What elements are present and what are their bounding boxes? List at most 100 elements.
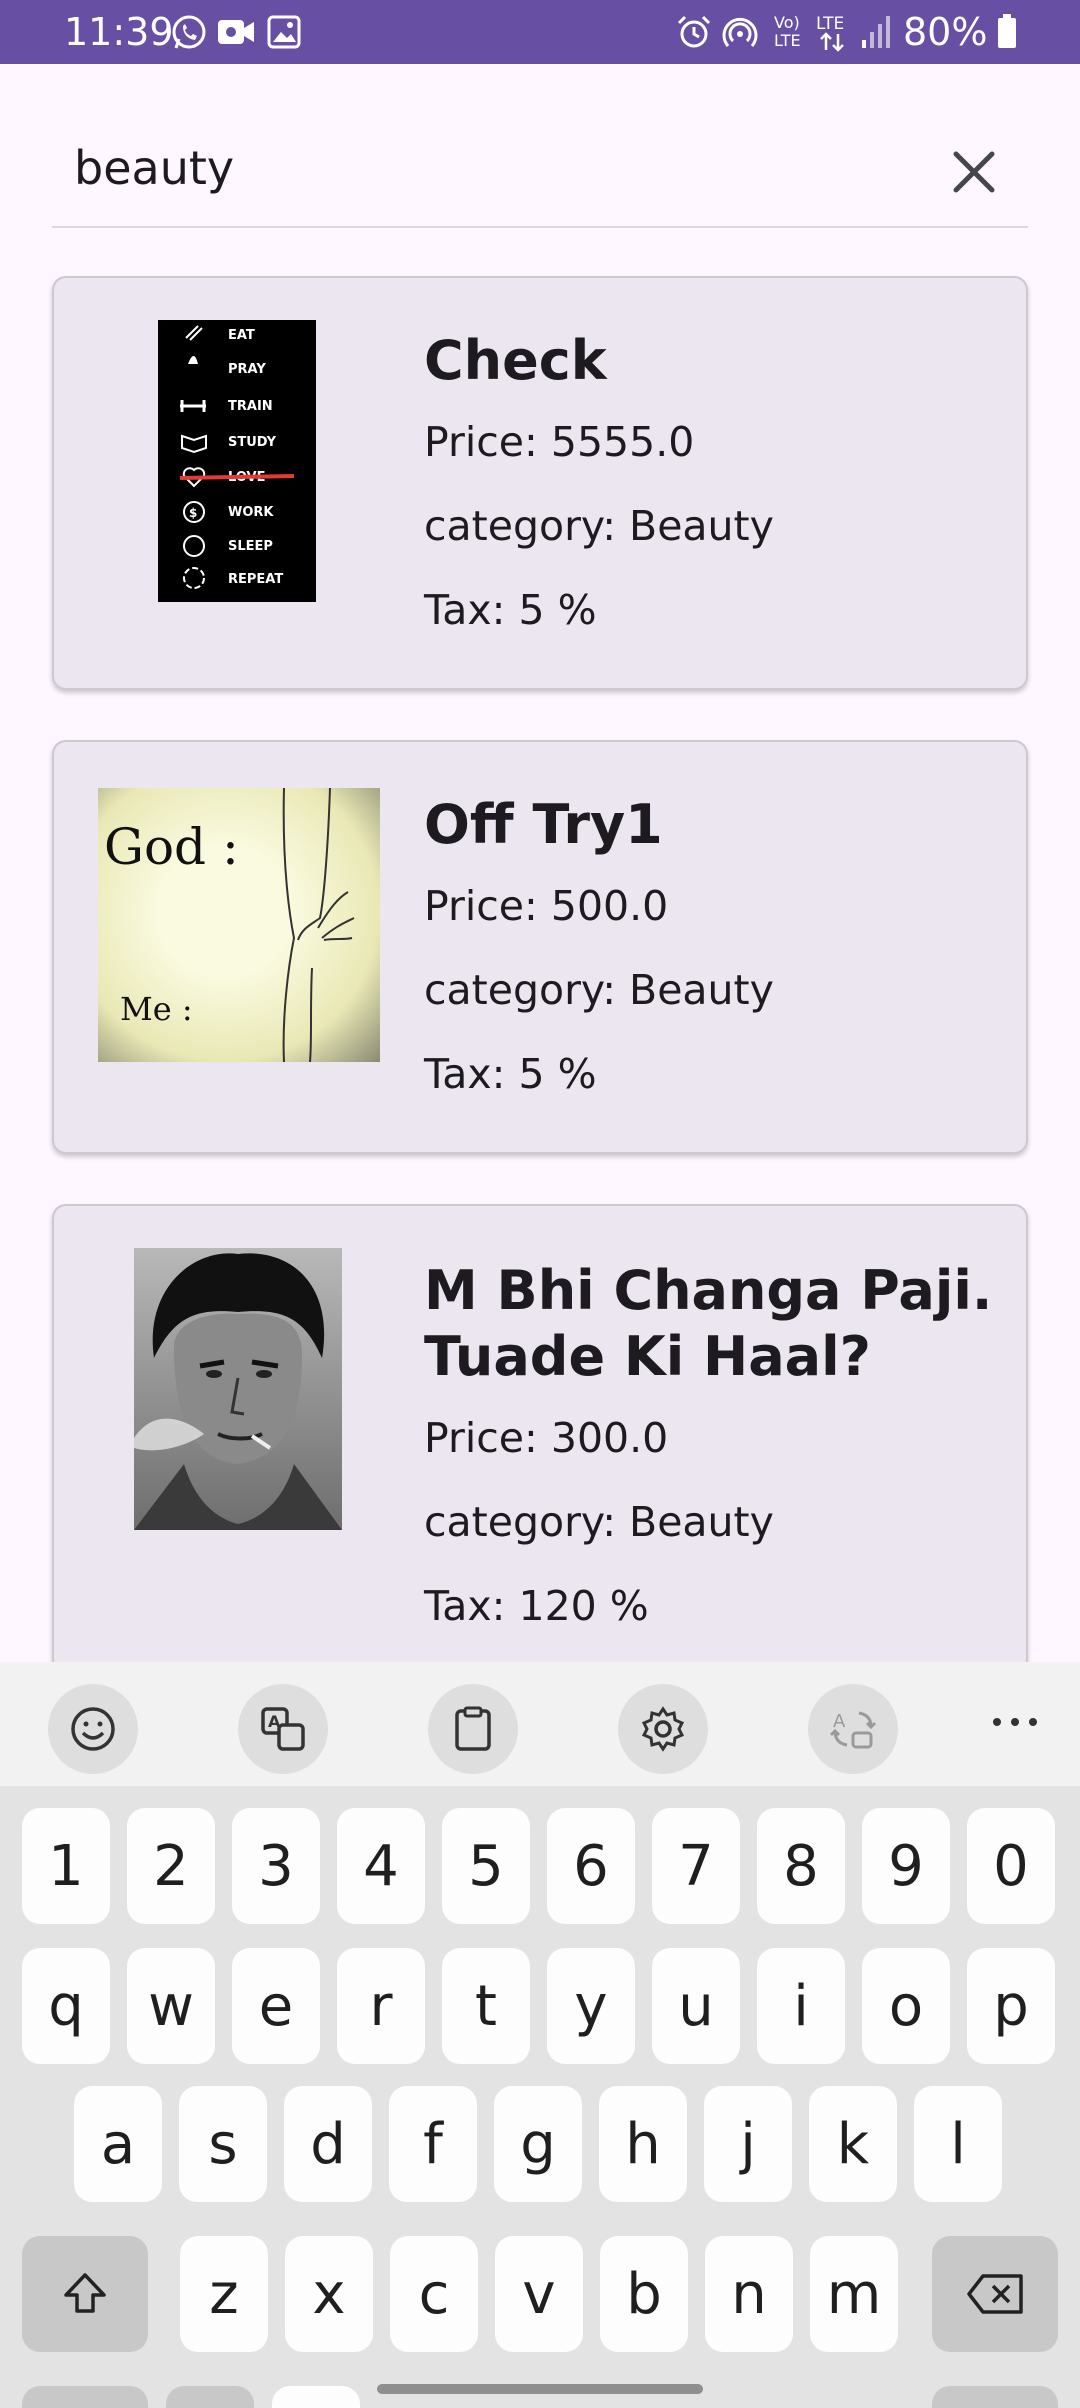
svg-text:Vo): Vo) (774, 13, 800, 32)
svg-text:God :: God : (104, 818, 239, 876)
svg-text:REPEAT: REPEAT (228, 572, 283, 587)
key-e[interactable]: e (232, 1948, 320, 2064)
backspace-icon (967, 2274, 1023, 2314)
svg-text:LTE: LTE (816, 14, 844, 34)
search-field[interactable]: beauty (52, 120, 1028, 228)
key-5[interactable]: 5 (442, 1808, 530, 1924)
svg-text:Me :: Me : (120, 990, 193, 1028)
key-4[interactable]: 4 (337, 1808, 425, 1924)
key-n[interactable]: n (705, 2236, 793, 2352)
key-h[interactable]: h (599, 2086, 687, 2202)
emoji-button[interactable] (48, 1684, 138, 1774)
status-time: 11:39 (64, 10, 174, 54)
svg-text:WORK: WORK (228, 505, 274, 520)
svg-text:A: A (833, 1711, 846, 1732)
key-9[interactable]: 9 (862, 1808, 950, 1924)
translate-button[interactable]: A (238, 1684, 328, 1774)
product-price: Price: 500.0 (424, 882, 669, 930)
product-image: God : Me : (98, 788, 380, 1062)
product-category: category: Beauty (424, 966, 774, 1014)
svg-text:LTE: LTE (774, 31, 801, 50)
key-d[interactable]: d (284, 2086, 372, 2202)
key-j[interactable]: j (704, 2086, 792, 2202)
product-tax: Tax: 120 % (424, 1582, 649, 1630)
svg-text:TRAIN: TRAIN (228, 399, 273, 414)
shift-icon (64, 2273, 106, 2313)
more-icon[interactable] (985, 1692, 1045, 1752)
key-2[interactable]: 2 (127, 1808, 215, 1924)
product-card[interactable]: God : Me : Off Try1 Price: 500.0 categor… (52, 740, 1028, 1154)
key-r[interactable]: r (337, 1948, 425, 2064)
product-card[interactable]: M Bhi Changa Paji. Tuade Ki Haal? Price:… (52, 1204, 1028, 1724)
key-6[interactable]: 6 (547, 1808, 635, 1924)
text-swap-button[interactable]: A (808, 1684, 898, 1774)
key-f[interactable]: f (389, 2086, 477, 2202)
alarm-icon (677, 15, 711, 48)
battery-percent: 80% (903, 10, 988, 54)
volte-icon: Vo) LTE (774, 13, 801, 50)
god-me-meme: God : Me : (104, 788, 355, 1062)
search-input[interactable]: beauty (74, 140, 234, 196)
whatsapp-icon (172, 15, 206, 49)
key-z[interactable]: z (180, 2236, 268, 2352)
key-8[interactable]: 8 (757, 1808, 845, 1924)
settings-button[interactable] (618, 1684, 708, 1774)
product-title: M Bhi Changa Paji. Tuade Ki Haal? (424, 1259, 993, 1388)
key-l[interactable]: l (914, 2086, 1002, 2202)
product-card[interactable]: EAT PRAY TRAIN STUDY LOVE $ WORK SLEEP R… (52, 276, 1028, 690)
product-category: category: Beauty (424, 1498, 774, 1546)
video-call-icon (218, 20, 254, 44)
key-m[interactable]: m (810, 2236, 898, 2352)
battery-icon (998, 14, 1016, 48)
key-k[interactable]: k (809, 2086, 897, 2202)
gesture-nav-handle[interactable] (377, 2384, 703, 2394)
product-price: Price: 5555.0 (424, 418, 695, 466)
product-price: Price: 300.0 (424, 1414, 669, 1462)
bottom-row-key[interactable] (272, 2386, 360, 2408)
translate-icon: A (261, 1707, 305, 1751)
key-p[interactable]: p (967, 1948, 1055, 2064)
key-0[interactable]: 0 (967, 1808, 1055, 1924)
key-t[interactable]: t (442, 1948, 530, 2064)
status-bar: 11:39 Vo) LTE LTE 80% (0, 0, 1080, 64)
product-details: Check Price: 5555.0 category: Beauty Tax… (424, 328, 1004, 652)
emoji-icon (71, 1707, 115, 1751)
bottom-row-key[interactable] (932, 2386, 1058, 2408)
product-title: Check (424, 329, 607, 392)
key-q[interactable]: q (22, 1948, 110, 2064)
bottom-row-key[interactable] (22, 2386, 148, 2408)
backspace-key[interactable] (932, 2236, 1058, 2352)
clipboard-icon (455, 1706, 491, 1751)
key-y[interactable]: y (547, 1948, 635, 2064)
key-b[interactable]: b (600, 2236, 688, 2352)
key-3[interactable]: 3 (232, 1808, 320, 1924)
svg-text:A: A (268, 1712, 281, 1731)
product-details: Off Try1 Price: 500.0 category: Beauty T… (424, 792, 1004, 1116)
text-swap-icon: A (829, 1711, 877, 1749)
clipboard-button[interactable] (428, 1684, 518, 1774)
soft-keyboard: A A 1234567890 qwert y u i o p a s d f g… (0, 1662, 1080, 2408)
bottom-row-key[interactable] (166, 2386, 254, 2408)
key-a[interactable]: a (74, 2086, 162, 2202)
svg-text:PRAY: PRAY (228, 362, 266, 377)
close-icon[interactable] (942, 140, 1006, 204)
key-u[interactable]: u (652, 1948, 740, 2064)
key-g[interactable]: g (494, 2086, 582, 2202)
lte-icon: LTE (816, 14, 844, 52)
key-s[interactable]: s (179, 2086, 267, 2202)
key-o[interactable]: o (862, 1948, 950, 2064)
product-title: Off Try1 (424, 793, 663, 856)
keyboard-toolbar: A A (0, 1662, 1080, 1786)
svg-text:$: $ (189, 506, 197, 520)
key-i[interactable]: i (757, 1948, 845, 2064)
key-x[interactable]: x (285, 2236, 373, 2352)
product-image: EAT PRAY TRAIN STUDY LOVE $ WORK SLEEP R… (158, 320, 316, 602)
key-1[interactable]: 1 (22, 1808, 110, 1924)
eat-pray-train-poster: EAT PRAY TRAIN STUDY LOVE $ WORK SLEEP R… (179, 325, 295, 589)
shift-key[interactable] (22, 2236, 148, 2352)
key-w[interactable]: w (127, 1948, 215, 2064)
key-v[interactable]: v (495, 2236, 583, 2352)
key-c[interactable]: c (390, 2236, 478, 2352)
svg-text:SLEEP: SLEEP (228, 539, 273, 554)
key-7[interactable]: 7 (652, 1808, 740, 1924)
